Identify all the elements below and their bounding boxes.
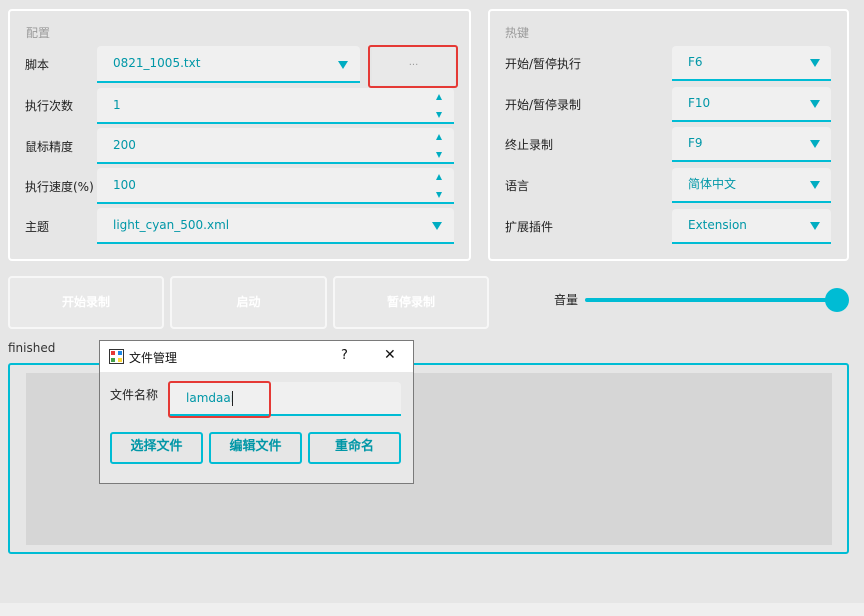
hotkey-value: F10	[688, 96, 711, 110]
filename-highlight	[168, 381, 271, 418]
file-manager-dialog: 文件管理 ? ✕ 文件名称 lamdaai 选择文件 编辑文件 重命名	[99, 340, 414, 484]
extension-select[interactable]: Extension	[672, 209, 831, 244]
run-speed-label: 执行速度(%)	[25, 180, 94, 194]
rename-label: 重命名	[334, 439, 374, 454]
dialog-title: 文件管理	[129, 351, 178, 365]
chevron-down-icon	[432, 222, 442, 230]
bottom-strip	[0, 603, 864, 616]
volume-label: 音量	[554, 293, 579, 307]
run-count-spinbox[interactable]: 1	[97, 88, 454, 124]
theme-value: light_cyan_500.xml	[113, 218, 230, 232]
hotkey-value: F9	[688, 136, 703, 150]
mouse-precision-spinbox[interactable]: 200	[97, 128, 454, 164]
decrement-icon[interactable]	[436, 152, 442, 158]
decrement-icon[interactable]	[436, 192, 442, 198]
extension-value: Extension	[688, 218, 747, 232]
edit-file-button[interactable]: 编辑文件	[209, 432, 302, 464]
hotkey-label: 开始/暂停执行	[505, 57, 582, 71]
config-group-title: 配置	[26, 26, 51, 40]
app-icon	[109, 349, 124, 364]
run-speed-value: 100	[113, 178, 136, 192]
browse-highlight	[368, 45, 458, 88]
select-file-label: 选择文件	[130, 439, 183, 454]
mouse-precision-value: 200	[113, 138, 136, 152]
launch-button[interactable]: 启动	[170, 276, 327, 329]
hotkey-select-execute[interactable]: F6	[672, 46, 831, 81]
chevron-down-icon	[810, 140, 820, 148]
filename-label: 文件名称	[110, 388, 159, 402]
chevron-down-icon	[810, 181, 820, 189]
increment-icon[interactable]	[436, 174, 442, 180]
run-count-label: 执行次数	[25, 99, 74, 113]
edit-file-label: 编辑文件	[229, 439, 282, 454]
chevron-down-icon	[338, 61, 348, 69]
chevron-down-icon	[810, 222, 820, 230]
decrement-icon[interactable]	[436, 112, 442, 118]
hotkey-label: 扩展插件	[505, 220, 554, 234]
chevron-down-icon	[810, 59, 820, 67]
script-value: 0821_1005.txt	[113, 56, 201, 70]
language-select[interactable]: 简体中文	[672, 168, 831, 203]
run-count-value: 1	[113, 98, 121, 112]
theme-select[interactable]: light_cyan_500.xml	[97, 208, 454, 244]
volume-slider-handle[interactable]	[825, 288, 849, 312]
close-icon[interactable]: ✕	[384, 347, 396, 363]
mouse-precision-label: 鼠标精度	[25, 140, 74, 154]
dialog-titlebar: 文件管理 ? ✕	[100, 341, 413, 372]
pause-record-button[interactable]: 暂停录制	[333, 276, 489, 329]
hotkey-select-stop[interactable]: F9	[672, 127, 831, 162]
start-record-label: 开始录制	[61, 295, 110, 309]
hotkey-select-record[interactable]: F10	[672, 87, 831, 122]
run-speed-spinbox[interactable]: 100	[97, 168, 454, 204]
pause-record-label: 暂停录制	[386, 295, 435, 309]
hotkey-value: F6	[688, 55, 703, 69]
select-file-button[interactable]: 选择文件	[110, 432, 203, 464]
rename-button[interactable]: 重命名	[308, 432, 401, 464]
help-icon[interactable]: ?	[341, 348, 348, 363]
theme-label: 主题	[25, 220, 50, 234]
script-select[interactable]: 0821_1005.txt	[97, 46, 360, 83]
start-record-button[interactable]: 开始录制	[8, 276, 164, 329]
status-text: finished	[8, 341, 56, 355]
chevron-down-icon	[810, 100, 820, 108]
volume-slider[interactable]	[585, 298, 835, 302]
increment-icon[interactable]	[436, 94, 442, 100]
script-label: 脚本	[25, 58, 50, 72]
language-value: 简体中文	[688, 177, 737, 191]
launch-label: 启动	[236, 295, 261, 309]
hotkey-label: 语言	[505, 179, 530, 193]
hotkey-label: 开始/暂停录制	[505, 98, 582, 112]
hotkey-label: 终止录制	[505, 138, 554, 152]
hotkey-group-title: 热键	[505, 26, 530, 40]
increment-icon[interactable]	[436, 134, 442, 140]
